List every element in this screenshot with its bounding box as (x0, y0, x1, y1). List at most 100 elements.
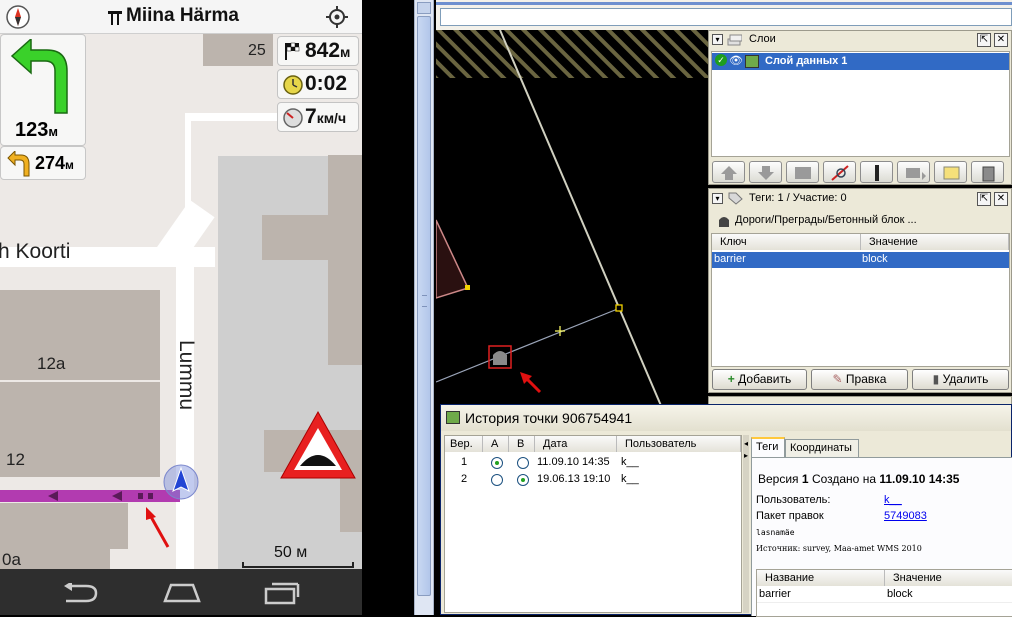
recent-apps-icon[interactable] (264, 581, 300, 605)
turn-left-small-icon (7, 151, 30, 177)
building (328, 155, 362, 365)
changeset-comment: lasnamäe (756, 528, 795, 537)
splitter[interactable]: ◂ ▸ (743, 435, 749, 613)
tab-label: Координаты (790, 442, 852, 454)
version-table: Вер. A B Дата Пользователь 1 11.09.10 14… (444, 435, 742, 613)
table-row[interactable]: barrier block (757, 587, 1012, 603)
barrier-block-icon (719, 217, 729, 227)
pencil-icon: ✎ (832, 372, 843, 386)
scrollbar-grip (422, 295, 427, 307)
scrollbar-up-arrow[interactable] (417, 2, 431, 14)
layer-name: Слой данных 1 (765, 55, 848, 67)
move-down-button[interactable] (749, 161, 782, 183)
house-number: 12 (6, 450, 25, 469)
radio-b[interactable] (517, 457, 529, 469)
history-title: История точки 906754941 (465, 410, 633, 426)
move-up-button[interactable] (712, 161, 745, 183)
josm-toolbar-area (436, 0, 1012, 30)
merge-layers-button[interactable] (786, 161, 819, 183)
vertical-scrollbar[interactable] (414, 0, 434, 615)
tags-table: Ключ Значение barrier block (711, 233, 1010, 367)
preset-name: Дороги/Преграды/Бетонный блок ... (735, 214, 917, 226)
tab-coordinates[interactable]: Координаты (785, 439, 859, 457)
history-title-bar[interactable]: История точки 906754941 (441, 405, 1011, 431)
layer-row[interactable]: ✓ 👁 Слой данных 1 (712, 53, 1009, 70)
table-row[interactable]: 2 19.06.13 19:10 k__ (445, 471, 741, 488)
history-tags-table: Название Значение barrier block (756, 569, 1012, 617)
house-number: 25 (248, 42, 266, 59)
building (0, 290, 160, 380)
home-icon[interactable] (163, 581, 201, 603)
radio-a[interactable] (491, 457, 503, 469)
column-header-a[interactable]: A (483, 436, 509, 452)
version-user: k__ (621, 456, 639, 468)
preset-line[interactable]: Дороги/Преграды/Бетонный блок ... (715, 213, 1005, 229)
toolbar-field[interactable] (440, 8, 1012, 26)
table-row[interactable]: barrier block (712, 252, 1009, 268)
column-header-value[interactable]: Значение (885, 570, 1012, 586)
column-header-user[interactable]: Пользователь (617, 436, 741, 452)
toggle-visibility-button[interactable] (823, 161, 856, 183)
delete-layer-button[interactable] (971, 161, 1004, 183)
collapse-icon[interactable]: ▾ (712, 34, 723, 45)
delete-tag-button[interactable]: ▮ Удалить (912, 369, 1009, 390)
data-layer-icon (446, 411, 460, 424)
checkmark-icon[interactable]: ✓ (715, 54, 727, 66)
radio-b[interactable] (517, 474, 529, 486)
current-speed[interactable]: 7км/ч (277, 102, 359, 132)
tag-icon (728, 192, 743, 205)
add-tag-button[interactable]: + Добавить (712, 369, 807, 390)
detach-icon[interactable]: ⇱ (977, 192, 991, 206)
next-turn-panel[interactable]: 123м (0, 34, 86, 146)
edit-label: Правка (845, 372, 887, 386)
scale-bar (242, 562, 354, 568)
second-turn-panel[interactable]: 274м (0, 146, 86, 180)
close-icon[interactable]: ✕ (994, 33, 1008, 47)
time-remaining[interactable]: 0:02 (277, 69, 359, 99)
detach-icon[interactable]: ⇱ (977, 33, 991, 47)
layer-info-button[interactable] (934, 161, 967, 183)
column-header-version[interactable]: Вер. (445, 436, 483, 452)
changeset-link[interactable]: 5749083 (884, 510, 927, 522)
house-number: 12a (37, 354, 66, 373)
tab-tags[interactable]: Теги (751, 437, 785, 457)
merge-down-button[interactable] (897, 161, 930, 183)
turn-left-icon (10, 39, 68, 114)
tags-title: Теги: 1 / Участие: 0 (749, 192, 847, 204)
tag-key: barrier (714, 253, 746, 265)
edit-tag-button[interactable]: ✎ Правка (811, 369, 908, 390)
tags-panel: ▾ Теги: 1 / Участие: 0 ⇱ ✕ Дороги/Прегра… (708, 188, 1012, 393)
splitter-arrow-icon: ◂ (744, 439, 749, 448)
tab-content: Версия 1 Создано на 11.09.10 14:35 Польз… (751, 457, 1012, 617)
column-header-key[interactable]: Ключ (712, 234, 861, 250)
distance-to-destination[interactable]: 842м (277, 36, 359, 66)
speed-value: 7км/ч (305, 105, 347, 128)
radio-a[interactable] (491, 474, 503, 486)
back-icon[interactable] (62, 583, 98, 603)
layers-title: Слои (749, 33, 776, 45)
visibility-eye-icon[interactable]: 👁 (729, 54, 743, 67)
current-position-icon (163, 464, 199, 500)
column-header-date[interactable]: Дата (535, 436, 617, 452)
history-window: История точки 906754941 Вер. A B Дата По… (440, 404, 1012, 617)
version-date: 11.09.10 14:35 (537, 456, 610, 468)
splitter-arrow-icon: ▸ (744, 451, 749, 460)
road (185, 113, 285, 121)
column-header-b[interactable]: B (509, 436, 535, 452)
gps-target-icon[interactable] (326, 6, 348, 28)
column-header-name[interactable]: Название (757, 570, 885, 586)
collapse-icon[interactable]: ▾ (712, 193, 723, 204)
table-row[interactable]: 1 11.09.10 14:35 k__ (445, 454, 741, 471)
close-icon[interactable]: ✕ (994, 192, 1008, 206)
compass-icon[interactable] (6, 5, 30, 29)
opacity-button[interactable] (860, 161, 893, 183)
data-layer-icon (745, 55, 759, 68)
android-nav-bar (0, 569, 362, 615)
street-bar: Miina Härma (0, 0, 362, 34)
changeset-source: Источник: survey, Maa-amet WMS 2010 (756, 544, 922, 553)
column-header-value[interactable]: Значение (861, 234, 1009, 250)
route-arrows (48, 491, 153, 501)
user-link[interactable]: k__ (884, 494, 902, 506)
add-label: Добавить (738, 372, 792, 386)
speed-bump-warning-icon (280, 410, 356, 479)
